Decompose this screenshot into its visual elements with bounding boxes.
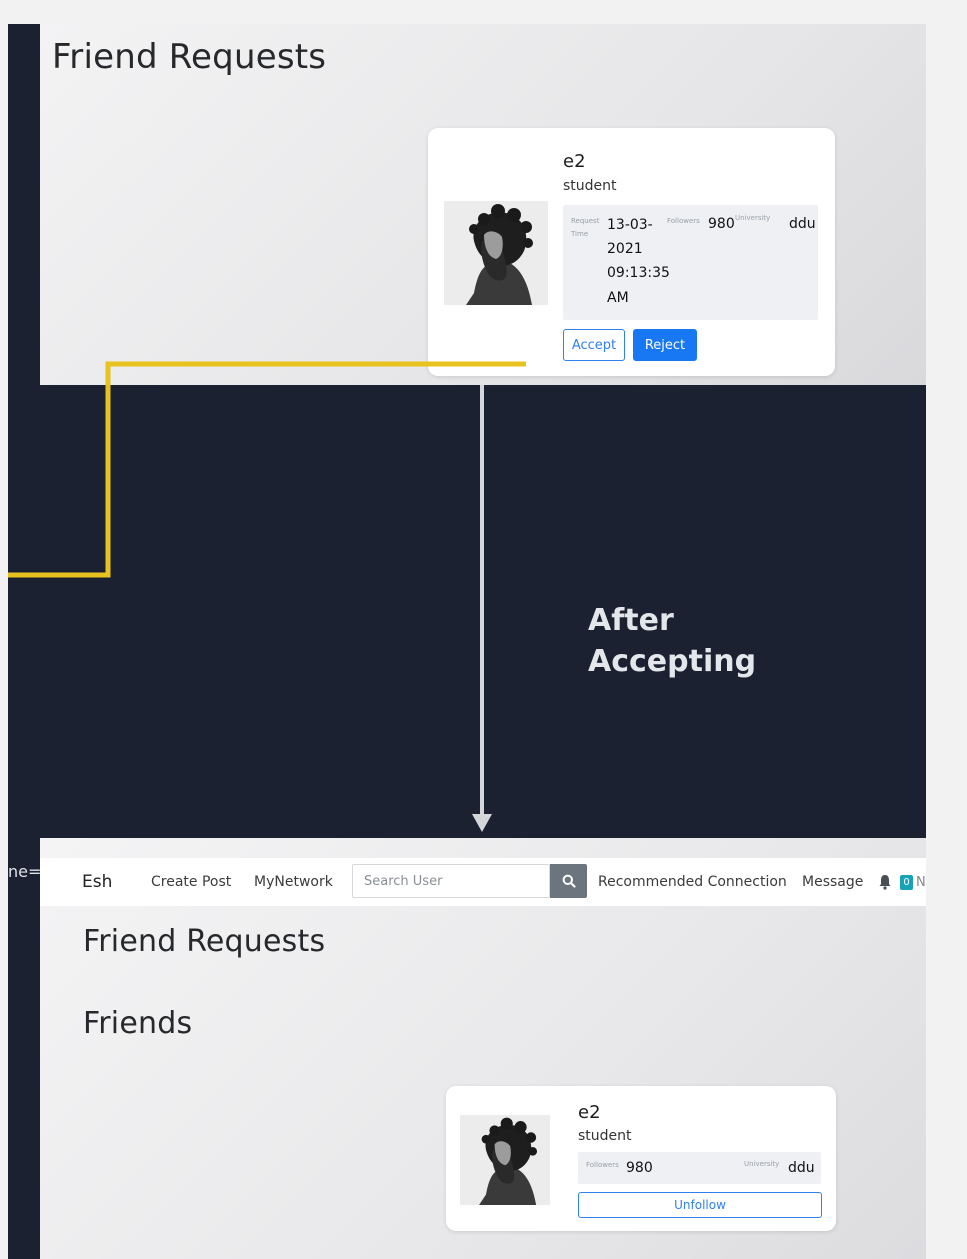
friend-avatar [460, 1115, 550, 1205]
nav-recommended-connection[interactable]: Recommended Connection [598, 874, 787, 890]
friend-card: e2 student Followers 980 University ddu … [446, 1086, 836, 1231]
page-title-friend-requests: Friend Requests [52, 37, 327, 77]
search-user-input[interactable] [352, 864, 550, 898]
university-label: University [744, 1160, 780, 1168]
university-value: ddu [789, 216, 816, 232]
nav-message[interactable]: Message [802, 874, 863, 890]
request-time-value-4: AM [607, 290, 629, 306]
friend-role: student [578, 1128, 632, 1144]
annotation-line-1: After [588, 603, 674, 638]
search-button[interactable] [550, 864, 587, 898]
page-title-friend-requests-after: Friend Requests [83, 924, 326, 959]
search-icon [562, 874, 576, 888]
top-navbar: Esh Create Post MyNetwork Recommended Co… [40, 858, 926, 906]
followers-value: 980 [708, 216, 735, 232]
brand-logo-text[interactable]: Esh [82, 872, 112, 892]
unfollow-button[interactable]: Unfollow [578, 1192, 822, 1218]
request-time-value: 13-03- [607, 217, 653, 233]
notification-count-badge: 0 [900, 875, 913, 890]
user-name: e2 [563, 151, 586, 172]
friend-name: e2 [578, 1102, 601, 1123]
after-accepting-annotation: After Accepting [588, 600, 756, 682]
user-role: student [563, 178, 617, 194]
friend-request-card: e2 student Request Time 13-03- 2021 09:1… [428, 128, 835, 376]
followers-label: Followers [586, 1161, 619, 1169]
request-time-value-3: 09:13:35 [607, 265, 670, 281]
followers-label: Followers [667, 217, 700, 225]
user-avatar [444, 201, 548, 305]
nav-my-network[interactable]: MyNetwork [254, 874, 333, 890]
request-info-box: Request Time 13-03- 2021 09:13:35 AM Fol… [563, 205, 818, 320]
section-title-friends: Friends [83, 1006, 193, 1041]
university-label: University [735, 214, 771, 222]
annotation-line-2: Accepting [588, 644, 757, 679]
request-time-value-2: 2021 [607, 241, 643, 257]
clipped-edge-text: ne= [8, 862, 40, 881]
accept-button[interactable]: Accept [563, 329, 625, 361]
university-value: ddu [788, 1160, 815, 1176]
profile-photo-icon [460, 1115, 550, 1205]
clipped-nav-text: N [916, 875, 926, 890]
friend-requests-panel-before: Friend Requests e2 student Request Time … [40, 24, 926, 385]
request-time-label: Request [571, 217, 600, 225]
reject-button[interactable]: Reject [633, 329, 697, 361]
nav-create-post[interactable]: Create Post [151, 874, 231, 890]
followers-value: 980 [626, 1160, 653, 1176]
friend-info-box: Followers 980 University ddu [578, 1152, 821, 1184]
bell-icon[interactable] [878, 874, 892, 890]
profile-photo-icon [444, 201, 548, 305]
request-time-label-2: Time [571, 230, 589, 238]
